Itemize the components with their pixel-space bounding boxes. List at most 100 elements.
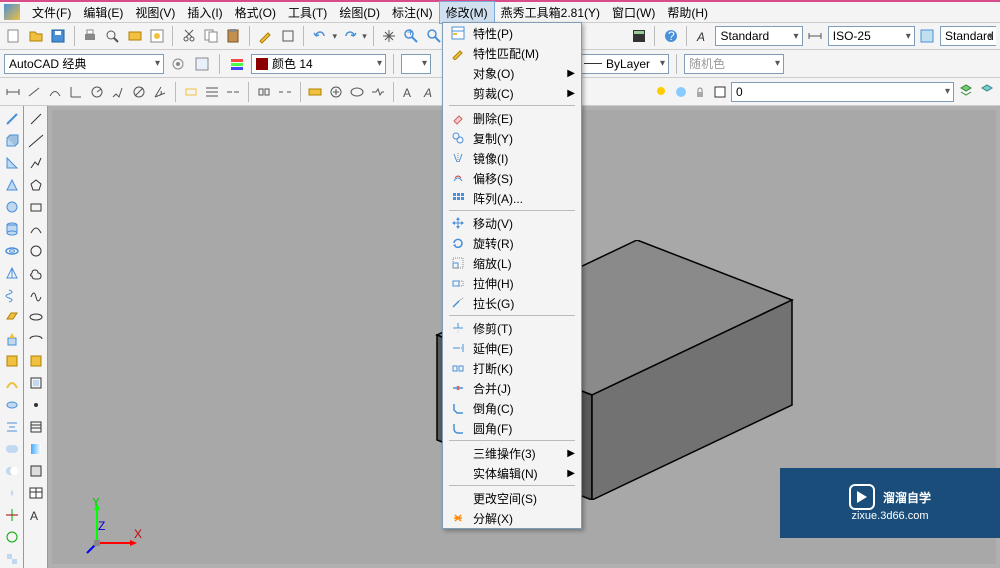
dim-baseline-icon[interactable] [203, 82, 221, 102]
presspull-icon[interactable] [3, 352, 21, 370]
menu-object[interactable]: 对象(O) ▶ [443, 63, 581, 83]
3drotate-icon[interactable] [3, 528, 21, 546]
union-icon[interactable] [3, 440, 21, 458]
point-icon[interactable] [27, 396, 45, 414]
menu-fillet[interactable]: 圆角(F) [443, 418, 581, 438]
menu-edit[interactable]: 编辑(E) [77, 2, 129, 23]
tablestyle-combo[interactable]: Standard [940, 26, 996, 46]
menu-window[interactable]: 窗口(W) [606, 2, 661, 23]
menu-copy[interactable]: 复制(Y) [443, 128, 581, 148]
make-block-icon[interactable] [27, 374, 45, 392]
zoom-icon[interactable]: + [402, 26, 421, 46]
paste-icon[interactable] [224, 26, 243, 46]
layer-freeze-icon[interactable] [672, 82, 689, 102]
tablestyle-icon[interactable] [918, 26, 937, 46]
layer-combo[interactable]: 0 [731, 82, 954, 102]
loft-icon[interactable] [3, 418, 21, 436]
menu-yanxiu[interactable]: 燕秀工具箱2.81(Y) [495, 2, 606, 23]
dim-ordinate-icon[interactable] [67, 82, 85, 102]
mtext-icon[interactable]: A [27, 506, 45, 524]
menu-draw[interactable]: 绘图(D) [333, 2, 386, 23]
pline-icon[interactable] [27, 154, 45, 172]
menu-modify[interactable]: 修改(M) [439, 1, 495, 24]
polysolid-icon[interactable] [3, 110, 21, 128]
sphere-icon[interactable] [3, 198, 21, 216]
pan-icon[interactable] [380, 26, 399, 46]
planar-icon[interactable] [3, 308, 21, 326]
publish-icon[interactable] [125, 26, 144, 46]
menu-rotate[interactable]: 旋转(R) [443, 233, 581, 253]
menu-move[interactable]: 移动(V) [443, 213, 581, 233]
cut-icon[interactable] [179, 26, 198, 46]
workspace-save-icon[interactable] [192, 54, 212, 74]
arc-icon[interactable] [27, 220, 45, 238]
menu-erase[interactable]: 删除(E) [443, 108, 581, 128]
open-icon[interactable] [26, 26, 45, 46]
circle-icon[interactable] [27, 242, 45, 260]
spline-icon[interactable] [27, 286, 45, 304]
3dmove-icon[interactable] [3, 506, 21, 524]
new-icon[interactable] [4, 26, 23, 46]
insert-block-icon[interactable] [27, 352, 45, 370]
redo-icon[interactable] [340, 26, 359, 46]
inspect-icon[interactable] [348, 82, 366, 102]
dim-edit-icon[interactable]: A [400, 82, 418, 102]
block-icon[interactable] [278, 26, 297, 46]
layer-manager-icon[interactable] [227, 54, 247, 74]
hatch-icon[interactable] [27, 418, 45, 436]
menu-matchprop[interactable]: 特性匹配(M) [443, 43, 581, 63]
polygon-icon[interactable] [27, 176, 45, 194]
workspace-settings-icon[interactable] [168, 54, 188, 74]
box-icon[interactable] [3, 132, 21, 150]
xline-icon[interactable] [27, 132, 45, 150]
intersect-icon[interactable] [3, 484, 21, 502]
menu-clip[interactable]: 剪裁(C) ▶ [443, 83, 581, 103]
ellipse-arc-icon[interactable] [27, 330, 45, 348]
menu-chamfer[interactable]: 倒角(C) [443, 398, 581, 418]
dim-diameter-icon[interactable] [130, 82, 148, 102]
layer-bulb-icon[interactable] [653, 82, 670, 102]
dim-jogged-icon[interactable] [109, 82, 127, 102]
wedge-icon[interactable] [3, 154, 21, 172]
menu-solidedit[interactable]: 实体编辑(N) ▶ [443, 463, 581, 483]
dim-arc-icon[interactable] [46, 82, 64, 102]
pyramid-icon[interactable] [3, 264, 21, 282]
sweep-icon[interactable] [3, 374, 21, 392]
layer-previous-icon[interactable] [978, 82, 996, 102]
cone-icon[interactable] [3, 176, 21, 194]
menu-array[interactable]: 阵列(A)... [443, 188, 581, 208]
calc-icon[interactable] [629, 26, 648, 46]
menu-trim[interactable]: 修剪(T) [443, 318, 581, 338]
menu-dimension[interactable]: 标注(N) [386, 2, 439, 23]
table-icon[interactable] [27, 484, 45, 502]
menu-changespace[interactable]: 更改空间(S) [443, 488, 581, 508]
menu-lengthen[interactable]: 拉长(G) [443, 293, 581, 313]
dim-radius-icon[interactable] [88, 82, 106, 102]
ellipse-icon[interactable] [27, 308, 45, 326]
zoom-prev-icon[interactable] [424, 26, 443, 46]
save-icon[interactable] [48, 26, 67, 46]
dim-space-icon[interactable] [255, 82, 273, 102]
workspace-combo[interactable]: AutoCAD 经典 [4, 54, 164, 74]
jog-line-icon[interactable] [369, 82, 387, 102]
menu-offset[interactable]: 偏移(S) [443, 168, 581, 188]
undo-dropdown-icon[interactable]: ▾ [332, 31, 337, 42]
color-combo[interactable]: 颜色 14 [251, 54, 386, 74]
torus-icon[interactable] [3, 242, 21, 260]
lineweight-combo[interactable] [401, 54, 431, 74]
copy-icon[interactable] [202, 26, 221, 46]
undo-icon[interactable] [310, 26, 329, 46]
dim-tedit-icon[interactable]: A [421, 82, 439, 102]
preview-icon[interactable] [103, 26, 122, 46]
menu-insert[interactable]: 插入(I) [181, 2, 228, 23]
print-icon[interactable] [81, 26, 100, 46]
help-icon[interactable]: ? [661, 26, 680, 46]
cylinder-icon[interactable] [3, 220, 21, 238]
linetype-combo[interactable]: ByLayer [579, 54, 669, 74]
dim-continue-icon[interactable] [224, 82, 242, 102]
menu-stretch[interactable]: 拉伸(H) [443, 273, 581, 293]
menu-join[interactable]: 合并(J) [443, 378, 581, 398]
subtract-icon[interactable] [3, 462, 21, 480]
helix-icon[interactable] [3, 286, 21, 304]
gradient-icon[interactable] [27, 440, 45, 458]
